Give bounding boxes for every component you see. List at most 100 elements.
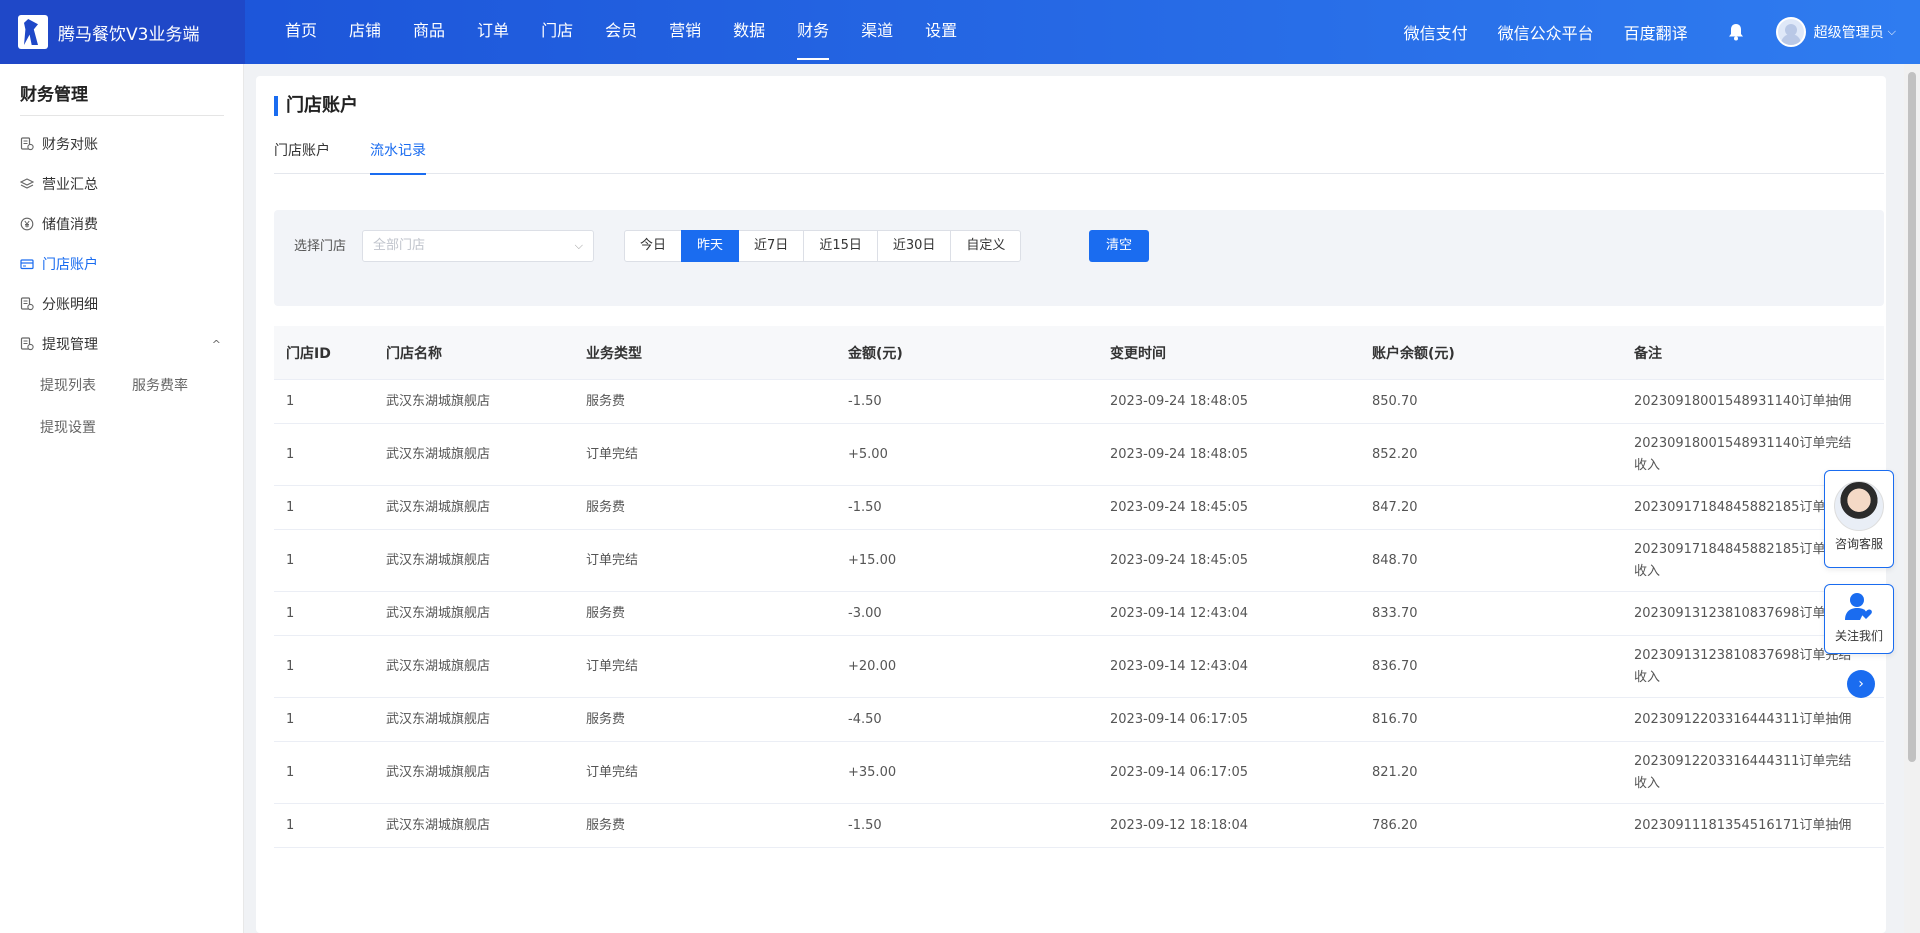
sidebar-item-4[interactable]: 分账明细 [0,284,243,324]
table-cell: 武汉东湖城旗舰店 [386,658,491,674]
table-cell: 武汉东湖城旗舰店 [386,446,491,462]
sidebar-item-2[interactable]: 储值消费 [0,204,243,244]
table-row[interactable]: 1 武汉东湖城旗舰店 服务费 -4.50 2023-09-14 06:17:05 816.… [274,698,1884,742]
nav-item-7[interactable]: 数据 [717,0,781,64]
follow-us-label: 关注我们 [1834,629,1883,643]
table-cell: 服务费 [586,499,626,515]
bell-icon[interactable] [1726,22,1746,42]
table-header: 门店ID 门店名称 业务类型 金额(元) 变更时间 账户余额(元) 备注 [274,326,1884,380]
ledger-icon [20,297,34,311]
table-cell: 20230912203316444311订单抽佣 [1634,711,1852,727]
sidebar-subitem-withdraw-settings[interactable]: 提现设置 [40,417,96,437]
table-cell: 847.20 [1372,499,1418,515]
date-button-5[interactable]: 自定义 [950,230,1022,262]
brand[interactable]: 腾马餐饮V3业务端 [0,0,245,64]
tab-1[interactable]: 流水记录 [370,136,426,175]
table-cell: 20230918001548931140订单抽佣 [1634,393,1852,409]
table-cell: 2023-09-14 12:43:04 [1110,605,1249,621]
baidu-translate-link[interactable]: 百度翻译 [1624,20,1688,44]
table-cell: 2023-09-14 12:43:04 [1110,658,1249,674]
sidebar-item-1[interactable]: 营业汇总 [0,164,243,204]
store-select[interactable]: 全部门店 ⌵ [362,230,594,262]
sidebar-title: 财务管理 [20,80,224,116]
date-button-3[interactable]: 近15日 [803,230,878,262]
nav-item-1[interactable]: 店铺 [333,0,397,64]
sidebar-subitem-service-rate[interactable]: 服务费率 [132,375,188,395]
date-button-4[interactable]: 近30日 [876,230,952,262]
table-row[interactable]: 1 武汉东湖城旗舰店 订单完结 +5.00 2023-09-24 18:48:05 852… [274,424,1884,486]
table-cell: 2023-09-24 18:45:05 [1110,552,1249,568]
table-cell: -3.00 [848,605,882,621]
table-cell: 武汉东湖城旗舰店 [386,711,491,727]
chevron-up-icon[interactable]: ^ [212,338,221,351]
table-cell: +5.00 [848,446,888,462]
table-cell: -1.50 [848,393,882,409]
sidebar-subitem-withdraw-list[interactable]: 提现列表 [40,375,96,395]
ledger-icon [20,337,34,351]
nav-item-6[interactable]: 营销 [653,0,717,64]
filter-panel: 选择门店 全部门店 ⌵ 今日 昨天 近7日 近15日 近30日 自定义 清空 [274,210,1884,306]
user-name: 超级管理员 [1813,25,1884,41]
store-select-value: 全部门店 [373,238,426,253]
table-cell: +15.00 [848,552,897,568]
clear-button[interactable]: 清空 [1089,230,1149,262]
nav-item-0[interactable]: 首页 [269,0,333,64]
table-row[interactable]: 1 武汉东湖城旗舰店 订单完结 +20.00 2023-09-14 12:43:04 83… [274,636,1884,698]
column-header: 备注 [1634,345,1662,362]
table-cell: 武汉东湖城旗舰店 [386,499,491,515]
scrollbar-thumb[interactable] [1908,72,1916,762]
customer-service-widget[interactable]: 咨询客服 [1824,470,1894,568]
table-cell: 2023-09-24 18:45:05 [1110,499,1249,515]
nav-item-3[interactable]: 订单 [461,0,525,64]
table-cell: 20230911181354516171订单抽佣 [1634,817,1852,833]
table-row[interactable]: 1 武汉东湖城旗舰店 订单完结 +15.00 2023-09-24 18:45:05 84… [274,530,1884,592]
page-title: 门店账户 [274,96,358,116]
nav-item-2[interactable]: 商品 [397,0,461,64]
sidebar-item-label: 门店账户 [42,257,98,273]
chevron-down-icon: ⌵ [1887,25,1896,38]
column-header: 业务类型 [586,345,642,362]
nav-item-9[interactable]: 渠道 [845,0,909,64]
sidebar-item-label: 储值消费 [42,217,98,233]
sidebar: 财务管理 财务对账营业汇总储值消费门店账户分账明细提现管理 ^ 提现列表 服务费率… [0,64,244,933]
table-cell: -1.50 [848,499,882,515]
table-row[interactable]: 1 武汉东湖城旗舰店 服务费 -1.50 2023-09-12 18:18:04 786.… [274,804,1884,848]
brand-name: 腾马餐饮V3业务端 [58,24,200,45]
table-cell: 武汉东湖城旗舰店 [386,552,491,568]
table-cell: -4.50 [848,711,882,727]
table-row[interactable]: 1 武汉东湖城旗舰店 服务费 -1.50 2023-09-24 18:45:05 847.… [274,486,1884,530]
nav-item-4[interactable]: 门店 [525,0,589,64]
sidebar-item-5[interactable]: 提现管理 ^ [0,324,243,364]
chevron-right-icon[interactable]: › [1847,670,1875,698]
ledger-icon [20,137,34,151]
date-button-0[interactable]: 今日 [624,230,683,262]
tab-0[interactable]: 门店账户 [274,136,330,174]
date-button-2[interactable]: 近7日 [738,230,805,262]
nav-item-5[interactable]: 会员 [589,0,653,64]
follow-us-widget[interactable]: 关注我们 [1824,584,1894,654]
header-right: 微信支付 微信公众平台 百度翻译 超级管理员 ⌵ [1374,0,1920,64]
table-row[interactable]: 1 武汉东湖城旗舰店 服务费 -1.50 2023-09-24 18:48:05 850.… [274,380,1884,424]
page-scrollbar[interactable] [1904,64,1920,933]
horse-logo-icon [18,15,48,49]
wechat-official-platform-link[interactable]: 微信公众平台 [1498,20,1594,44]
sidebar-item-label: 财务对账 [42,137,98,153]
nav-item-10[interactable]: 设置 [909,0,973,64]
table-row[interactable]: 1 武汉东湖城旗舰店 服务费 -3.00 2023-09-14 12:43:04 833.… [274,592,1884,636]
sidebar-item-3[interactable]: 门店账户 [0,244,243,284]
yen-circle-icon [20,217,34,231]
wechat-pay-link[interactable]: 微信支付 [1404,20,1468,44]
user-menu[interactable]: 超级管理员 ⌵ [1775,17,1896,47]
nav-item-8[interactable]: 财务 [781,0,845,64]
sidebar-item-label: 提现管理 [42,337,98,353]
table-cell: 武汉东湖城旗舰店 [386,817,491,833]
main-panel: 门店账户 门店账户 流水记录 选择门店 全部门店 ⌵ 今日 昨天 近7日 近15日 近30… [256,76,1886,933]
table-cell: 订单完结 [586,552,639,568]
sidebar-item-0[interactable]: 财务对账 [0,124,243,164]
table-cell: 1 [286,393,295,409]
table-cell: 1 [286,658,295,674]
table-cell: 1 [286,817,295,833]
tab-bar: 门店账户 流水记录 [274,136,1884,175]
table-row[interactable]: 1 武汉东湖城旗舰店 订单完结 +35.00 2023-09-14 06:17:05 82… [274,742,1884,804]
date-button-1[interactable]: 昨天 [681,230,740,262]
